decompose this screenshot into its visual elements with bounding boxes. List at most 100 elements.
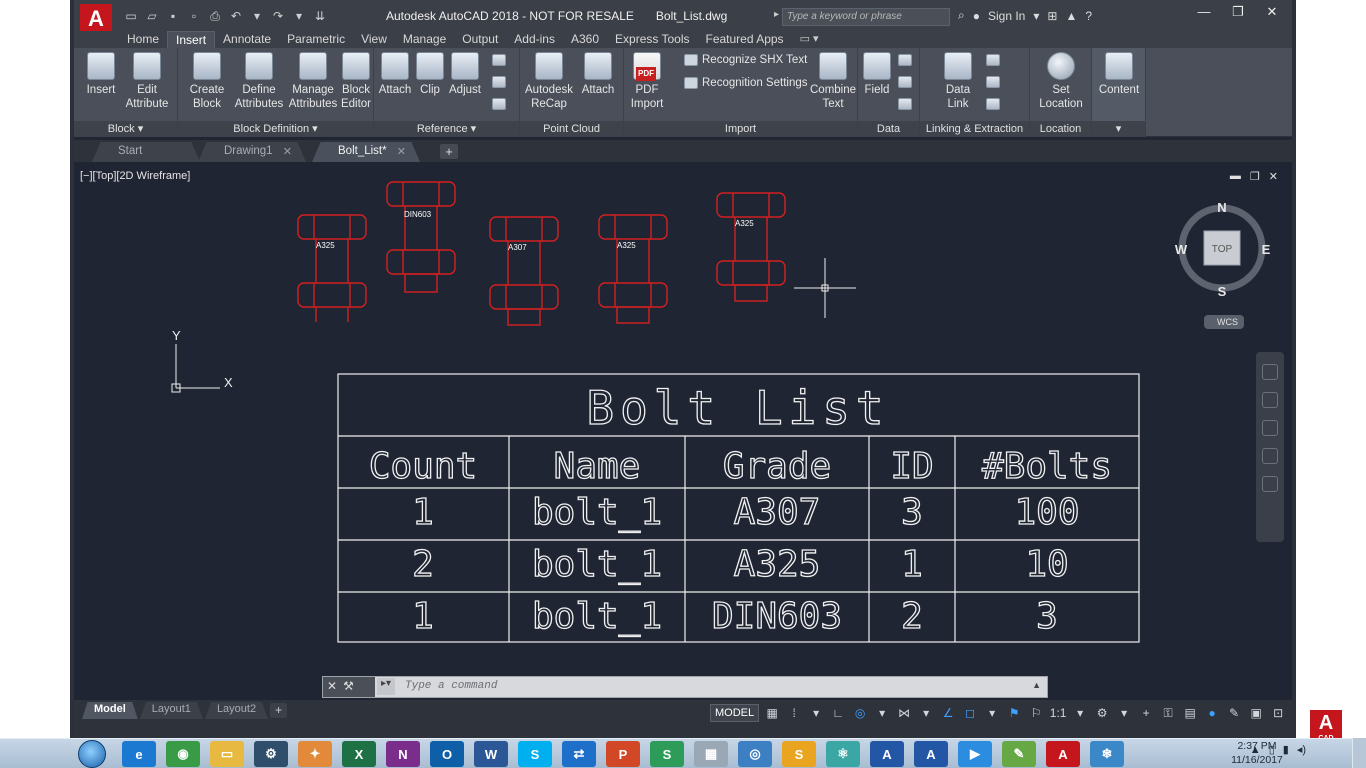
compass-west[interactable]: W xyxy=(1175,242,1188,257)
polar-icon[interactable]: ◎ xyxy=(851,705,869,721)
steering-wheel-icon[interactable] xyxy=(1262,364,1278,380)
recognition-settings-button[interactable]: Recognition Settings xyxy=(684,77,807,89)
underlay-layers-icon[interactable] xyxy=(492,54,506,66)
polar-dropdown-icon[interactable]: ▾ xyxy=(873,705,891,721)
zoom-extents-icon[interactable] xyxy=(1262,420,1278,436)
compass-north[interactable]: N xyxy=(1217,200,1226,215)
command-history-icon[interactable]: ▲ xyxy=(1032,680,1041,690)
tab-express-tools[interactable]: Express Tools xyxy=(607,31,697,48)
open-icon[interactable]: ▱ xyxy=(143,8,161,24)
add-layout-icon[interactable]: + xyxy=(270,703,288,718)
new-tab-icon[interactable]: + xyxy=(440,144,458,159)
command-input[interactable]: Type a command xyxy=(405,680,497,692)
minimize-icon[interactable]: — xyxy=(1190,3,1218,21)
edit-attribute-button[interactable]: Edit Attribute xyxy=(122,52,172,111)
control-panel-icon[interactable]: ⚙ xyxy=(254,741,288,767)
help-icon[interactable]: ? xyxy=(1085,9,1092,23)
clip-button[interactable]: Clip xyxy=(414,52,446,97)
bolt-block-2[interactable]: DIN603 xyxy=(386,181,456,293)
volume-icon[interactable]: ◂) xyxy=(1297,743,1306,756)
redo-dropdown-icon[interactable]: ▾ xyxy=(290,8,308,24)
download-link-icon[interactable] xyxy=(986,98,1000,110)
snap-underlays-icon[interactable] xyxy=(492,98,506,110)
word-icon[interactable]: W xyxy=(474,741,508,767)
quick-properties-icon[interactable]: ▤ xyxy=(1181,705,1199,721)
tab-layout2[interactable]: Layout2 xyxy=(204,702,269,719)
pdf-import-button[interactable]: PDF Import xyxy=(626,52,668,111)
set-location-button[interactable]: Set Location xyxy=(1036,52,1086,111)
file-tab-drawing1[interactable]: Drawing1 ✕ xyxy=(198,142,306,162)
extract-data-icon[interactable] xyxy=(986,54,1000,66)
atom-icon[interactable]: ⚛ xyxy=(826,741,860,767)
binoculars-icon[interactable]: ⌕ xyxy=(958,8,965,23)
onenote-icon[interactable]: N xyxy=(386,741,420,767)
tab-model[interactable]: Model xyxy=(82,702,138,719)
tab-output[interactable]: Output xyxy=(454,31,506,48)
a360-icon[interactable]: ▲ xyxy=(1065,9,1077,23)
application-menu-button[interactable]: A xyxy=(80,4,112,34)
bolt-block-1[interactable]: A325 xyxy=(297,214,367,322)
orbit-icon[interactable] xyxy=(1262,448,1278,464)
manage-attributes-button[interactable]: Manage Attributes xyxy=(286,52,340,111)
autocad-mep-icon[interactable]: A xyxy=(914,741,948,767)
update-fields-icon[interactable] xyxy=(898,54,912,66)
upload-link-icon[interactable] xyxy=(986,76,1000,88)
model-space-button[interactable]: MODEL xyxy=(710,704,760,722)
excel-icon[interactable]: X xyxy=(342,741,376,767)
units-icon[interactable]: ⚿ xyxy=(1159,705,1177,721)
recent-commands-icon[interactable]: ▸▾ xyxy=(377,678,395,695)
insert-button[interactable]: Insert xyxy=(78,52,124,97)
graphics-performance-icon[interactable]: ● xyxy=(1203,705,1221,721)
panel-title-block[interactable]: Block ▾ xyxy=(74,121,177,137)
object-snap-tracking-icon[interactable]: ∠ xyxy=(939,705,957,721)
wrench-icon[interactable]: ⚒ xyxy=(343,679,354,695)
tab-insert[interactable]: Insert xyxy=(167,31,216,48)
customization-icon[interactable]: ≡ xyxy=(1291,705,1292,721)
paint-icon[interactable]: ✦ xyxy=(298,741,332,767)
close-icon[interactable]: ✕ xyxy=(327,679,337,695)
ribbon-minimize-icon[interactable]: ▭ ▾ xyxy=(792,31,827,48)
internet-explorer-icon[interactable]: e xyxy=(122,741,156,767)
zoom-icon[interactable]: ▶ xyxy=(958,741,992,767)
annotation-scale-value[interactable]: 1:1 xyxy=(1049,705,1067,721)
file-explorer-icon[interactable]: ▭ xyxy=(210,741,244,767)
viewcube-top[interactable]: TOP xyxy=(1212,244,1233,255)
ole-object-icon[interactable] xyxy=(898,76,912,88)
search-expand-icon[interactable]: ▸ xyxy=(774,9,779,20)
snap-icon[interactable]: ⁞ xyxy=(785,705,803,721)
taskbar-clock[interactable]: 2:37 PM 11/16/2017 xyxy=(1222,739,1292,767)
tab-add-ins[interactable]: Add-ins xyxy=(506,31,563,48)
calculator-icon[interactable]: ▦ xyxy=(694,741,728,767)
grid-icon[interactable]: ▦ xyxy=(763,705,781,721)
save-as-icon[interactable]: ▫ xyxy=(185,8,203,24)
snowflake-app-icon[interactable]: ❄ xyxy=(1090,741,1124,767)
object-snap-dropdown-icon[interactable]: ▾ xyxy=(983,705,1001,721)
recap-button[interactable]: Autodesk ReCap xyxy=(522,52,576,111)
panel-title-reference[interactable]: Reference ▾ xyxy=(374,121,519,137)
bolt-block-4[interactable]: A325 xyxy=(598,214,668,324)
tab-view[interactable]: View xyxy=(353,31,395,48)
redo-icon[interactable]: ↷ xyxy=(269,8,287,24)
viewcube[interactable]: TOP N S E W WCS xyxy=(1175,200,1271,329)
file-tab-start[interactable]: Start xyxy=(92,142,200,162)
isodraft-icon[interactable]: ⋈ xyxy=(895,705,913,721)
define-attributes-button[interactable]: Define Attributes xyxy=(232,52,286,111)
ortho-icon[interactable]: ∟ xyxy=(829,705,847,721)
cart-icon[interactable]: ⊞ xyxy=(1047,9,1057,23)
close-icon[interactable]: ✕ xyxy=(283,145,292,158)
tab-annotate[interactable]: Annotate xyxy=(215,31,279,48)
qat-customize-icon[interactable]: ⇊ xyxy=(311,8,329,24)
snagit-icon[interactable]: S xyxy=(782,741,816,767)
adjust-button[interactable]: Adjust xyxy=(446,52,484,97)
frames-icon[interactable] xyxy=(492,76,506,88)
panel-title-block-definition[interactable]: Block Definition ▾ xyxy=(178,121,373,137)
clean-screen-icon[interactable]: ⊡ xyxy=(1269,705,1287,721)
teamviewer-icon[interactable]: ⇄ xyxy=(562,741,596,767)
skype-icon[interactable]: S xyxy=(518,741,552,767)
outlook-icon[interactable]: O xyxy=(430,741,464,767)
tab-home[interactable]: Home xyxy=(119,31,167,48)
isodraft-dropdown-icon[interactable]: ▾ xyxy=(917,705,935,721)
drawing-area[interactable]: [−][Top][2D Wireframe] ▬ ❐ ✕ A325 DIN603… xyxy=(74,162,1292,700)
tab-layout1[interactable]: Layout1 xyxy=(139,702,203,719)
workspace-dropdown-icon[interactable]: ▾ xyxy=(1115,705,1133,721)
